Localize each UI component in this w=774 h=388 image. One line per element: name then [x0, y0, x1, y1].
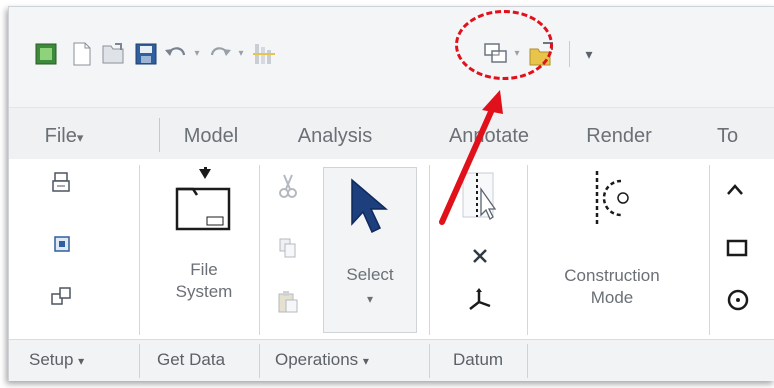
group-operations-label: Operations [275, 350, 359, 369]
select-cursor-icon [348, 178, 389, 239]
ribbon-group-labels: Setup ▾ Get Data Operations ▾ Datum [9, 339, 774, 381]
group-divider [429, 344, 430, 378]
group-divider [259, 344, 260, 378]
group-operations-dropdown-icon: ▾ [362, 354, 369, 368]
ribbon-tabs: File▾ Model Analysis Annotate Render To [9, 107, 774, 260]
customize-toolbar-icon[interactable]: ▾ [583, 46, 595, 62]
construction-mode-label[interactable]: Construction Mode [539, 265, 685, 309]
undo-icon[interactable] [161, 38, 191, 70]
regenerate-icon[interactable] [249, 38, 279, 70]
tab-file-label: File [44, 125, 77, 147]
tab-tools[interactable]: To [717, 116, 767, 156]
line-icon[interactable] [725, 177, 751, 203]
toolbar-divider [569, 41, 570, 67]
group-get-data: Get Data [157, 350, 226, 369]
ribbon-divider [429, 165, 430, 335]
group-setup-label: Setup [29, 350, 74, 369]
app-icon[interactable] [31, 38, 61, 70]
group-operations[interactable]: Operations ▾ [275, 350, 369, 370]
tab-render[interactable]: Render [574, 116, 664, 156]
ribbon-divider [259, 165, 260, 335]
highlight-callout [455, 10, 553, 80]
select-label: Select [346, 265, 394, 284]
file-system-label[interactable]: File System [159, 259, 249, 303]
circle-icon[interactable] [725, 287, 751, 313]
group-divider [527, 344, 528, 378]
construction-mode-label-line2: Mode [590, 288, 634, 307]
tab-file-dropdown-icon: ▾ [76, 130, 84, 145]
new-item-icon[interactable] [49, 171, 75, 197]
ribbon-divider [709, 165, 710, 335]
datum-point-icon[interactable] [467, 243, 493, 269]
cut-icon [275, 173, 301, 199]
coordinate-system-icon[interactable] [467, 287, 493, 313]
ribbon-divider [139, 165, 140, 335]
reference-icon[interactable] [49, 231, 75, 257]
save-icon[interactable] [131, 38, 161, 70]
group-datum: Datum [453, 350, 504, 369]
redo-dropdown-icon[interactable]: ▾ [235, 46, 247, 62]
group-divider [139, 344, 140, 378]
redo-icon[interactable] [205, 38, 235, 70]
paste-icon [275, 289, 301, 315]
tab-annotate[interactable]: Annotate [429, 116, 549, 156]
construction-mode-icon[interactable] [587, 165, 641, 235]
tab-divider [159, 118, 160, 152]
open-file-icon[interactable] [99, 38, 129, 70]
new-file-icon[interactable] [67, 38, 97, 70]
ribbon-divider [527, 165, 528, 335]
file-system-label-line1: File [190, 260, 218, 279]
rectangle-icon[interactable] [725, 235, 751, 261]
ribbon-panel: File System Select ▾ Construction Mode [9, 159, 774, 339]
plane-icon[interactable] [457, 169, 501, 229]
app-window: ▾ ▾ ▾ ▾ File▾ Model Analysis Annotate Re… [8, 6, 774, 381]
undo-dropdown-icon[interactable]: ▾ [191, 46, 203, 62]
copy-icon [275, 235, 301, 261]
quick-access-toolbar: ▾ ▾ ▾ ▾ [9, 7, 774, 99]
tab-file[interactable]: File▾ [29, 116, 99, 156]
link-icon[interactable] [49, 285, 75, 311]
construction-mode-label-line1: Construction [564, 266, 660, 285]
tab-analysis[interactable]: Analysis [285, 116, 385, 156]
file-system-icon[interactable] [171, 167, 235, 237]
group-setup-dropdown-icon: ▾ [78, 354, 85, 368]
tab-model[interactable]: Model [171, 116, 251, 156]
file-system-label-line2: System [175, 282, 233, 301]
group-setup[interactable]: Setup ▾ [29, 350, 84, 370]
select-dropdown-icon[interactable]: ▾ [324, 288, 416, 310]
select-button[interactable]: Select ▾ [323, 167, 417, 333]
